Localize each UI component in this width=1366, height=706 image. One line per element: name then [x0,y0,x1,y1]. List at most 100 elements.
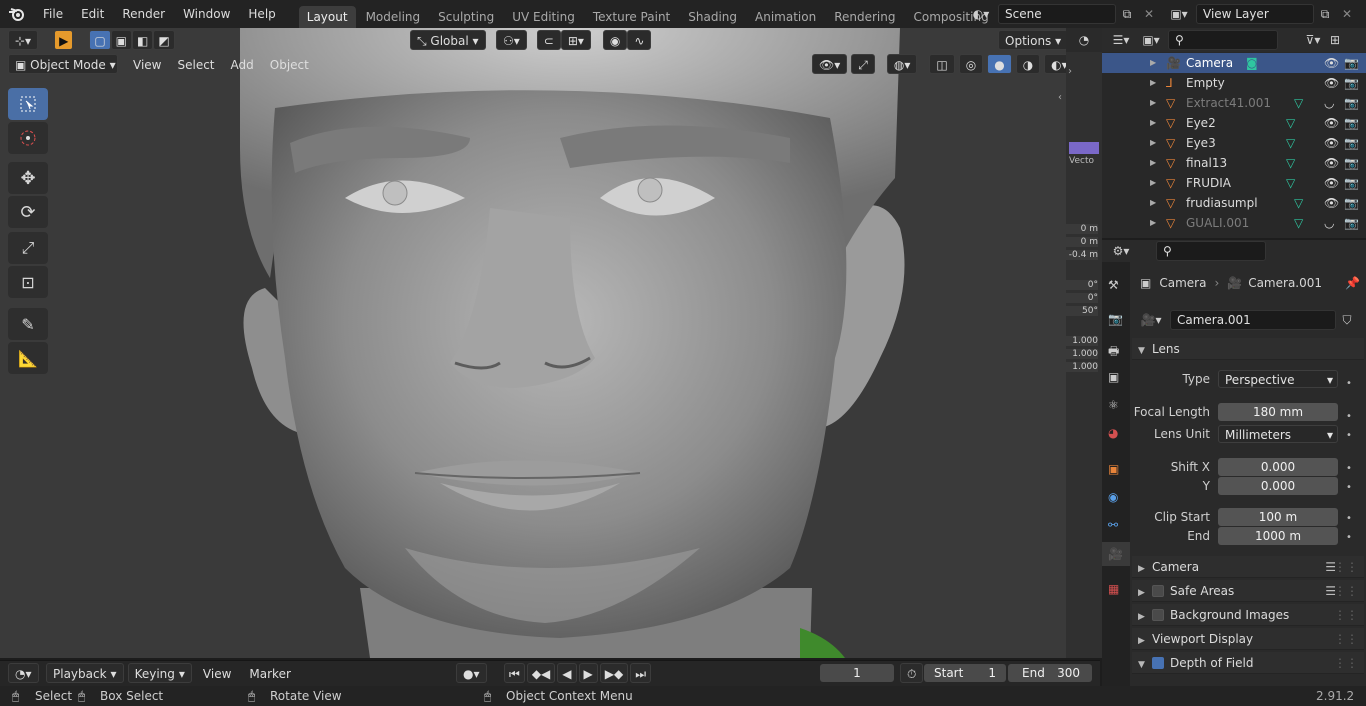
next-keyframe-icon[interactable]: ▶◆ [599,663,629,683]
options-dropdown[interactable]: Options ▾ [998,30,1066,50]
wireframe-shading-icon[interactable]: ◎ [958,54,984,74]
panel-checkbox[interactable] [1152,657,1164,669]
expand-triangle-icon[interactable]: ▶ [1150,193,1156,213]
filter-icon[interactable]: ⊽▾ [1302,30,1324,50]
render-camera-icon[interactable]: 📷 [1344,213,1359,233]
object-tab-icon[interactable]: ▣ [1108,462,1119,476]
drag-handle-icon[interactable]: ⋮⋮ [1334,628,1358,650]
view-layer-tab-icon[interactable]: ▣ [1108,370,1119,384]
blender-logo-icon[interactable] [0,0,34,28]
shift-y-field[interactable]: 0.000 [1218,477,1338,495]
constraints-tab-icon[interactable]: ⚯ [1108,518,1118,532]
outliner-row[interactable]: ▶ ⅃ Empty 👁 📷 [1102,73,1366,93]
play-reverse-icon[interactable]: ◀ [557,663,577,683]
datablock-browse-icon[interactable]: 🎥▾ [1140,310,1162,330]
expand-triangle-icon[interactable]: ▶ [1150,53,1156,73]
current-frame-field[interactable]: 1 [820,664,894,682]
n-panel-value[interactable]: -0.4 m [1066,250,1098,260]
outliner-row[interactable]: ▶ ▽ GUALI.001 ▽ ◡ 📷 [1102,213,1366,233]
tab-rendering[interactable]: Rendering [826,6,903,28]
n-panel-value[interactable]: 0 m [1066,237,1098,247]
panel-checkbox[interactable] [1152,609,1164,621]
close-scene-icon[interactable]: ✕ [1138,4,1160,24]
fake-user-icon[interactable]: ⛉ [1336,310,1358,330]
menu-help[interactable]: Help [239,0,284,28]
move-tool-icon[interactable]: ✥ [8,162,48,194]
jump-start-icon[interactable]: ⏮ [504,663,525,683]
tab-shading[interactable]: Shading [680,6,745,28]
cursor-tool-icon[interactable] [8,122,48,154]
select-box-tool-icon[interactable] [8,88,48,120]
outliner-row[interactable]: ▶ ▽ FRUDIA ▽ 👁 📷 [1102,173,1366,193]
keyframe-dot-icon[interactable]: • [1346,459,1352,478]
tab-layout[interactable]: Layout [298,6,356,28]
n-panel-value[interactable]: 1.000 [1066,362,1098,372]
tab-sculpting[interactable]: Sculpting [430,6,502,28]
properties-editor-icon[interactable]: ⚙▾ [1110,241,1132,261]
record-icon[interactable]: ●▾ [456,663,487,683]
keyframe-dot-icon[interactable]: • [1346,426,1352,445]
material-shading-icon[interactable]: ◑ [1015,54,1041,74]
hidden-eye-icon[interactable]: ◡ [1324,93,1334,113]
datablock-name-field[interactable]: Camera.001 [1170,310,1336,330]
falloff-icon[interactable]: ∿ [627,30,652,50]
timeline-menu-marker[interactable]: Marker [242,663,297,683]
measure-tool-icon[interactable]: 📐 [8,342,48,374]
outliner-row[interactable]: ▶ 🎥 Camera ◙ 👁 📷 [1102,53,1366,73]
select-tool-icon[interactable]: ▶ [54,30,74,50]
expand-triangle-icon[interactable]: ▶ [1150,213,1156,233]
pivot-point-icon[interactable]: ⚇▾ [496,30,527,50]
eye-icon[interactable]: 👁 [1324,53,1339,73]
render-camera-icon[interactable]: 📷 [1344,113,1359,133]
invert-selection-icon[interactable]: ◩ [153,30,175,50]
new-collection-icon[interactable]: ⊞ [1324,30,1346,50]
display-mode-icon[interactable]: ▣▾ [1140,30,1162,50]
view-layer-field[interactable]: View Layer [1196,4,1314,24]
properties-search-input[interactable]: ⚲ [1156,241,1266,261]
output-tab-icon[interactable]: 🖶 [1108,342,1119,363]
outliner-row[interactable]: ▶ ▽ frudiasumpl ▽ 👁 📷 [1102,193,1366,213]
outliner-row[interactable]: ▶ ▽ Eye2 ▽ 👁 📷 [1102,113,1366,133]
keyframe-dot-icon[interactable]: • [1346,407,1352,426]
end-frame-field[interactable]: End 300 [1008,664,1092,682]
editor-type-icon[interactable]: ⊹▾ [8,30,39,50]
close-view-layer-icon[interactable]: ✕ [1336,4,1358,24]
tool-tab-icon[interactable]: ⚒ [1108,278,1119,292]
keyframe-dot-icon[interactable]: • [1346,528,1352,547]
viewport-menu-select[interactable]: Select [170,54,221,74]
physics-tab-icon[interactable]: ◉ [1108,490,1118,504]
timeline-editor-icon[interactable]: ◔▾ [8,663,39,683]
rendered-shading-icon[interactable]: ◐▾ [1044,54,1066,74]
n-panel-tab-active[interactable] [1069,142,1099,154]
n-panel-value[interactable]: 50° [1066,306,1098,316]
n-panel-value[interactable]: 0 m [1066,224,1098,234]
prev-keyframe-icon[interactable]: ◆◀ [526,663,556,683]
render-camera-icon[interactable]: 📷 [1344,53,1359,73]
n-panel-value[interactable]: 0° [1066,280,1098,290]
eye-icon[interactable]: 👁 [1324,73,1339,93]
focal-length-field[interactable]: 180 mm [1218,403,1338,421]
render-camera-icon[interactable]: 📷 [1344,133,1359,153]
tab-uv-editing[interactable]: UV Editing [504,6,583,28]
transform-tool-icon[interactable]: ⊡ [8,266,48,298]
solid-shading-icon[interactable]: ● [987,54,1012,74]
menu-window[interactable]: Window [174,0,239,28]
shift-x-field[interactable]: 0.000 [1218,458,1338,476]
proportional-edit-icon[interactable]: ◉ [602,30,628,50]
outliner-search-input[interactable]: ⚲ [1168,30,1278,50]
n-panel-value[interactable]: 1.000 [1066,336,1098,346]
annotate-tool-icon[interactable]: ✎ [8,308,48,340]
world-tab-icon[interactable]: ◕ [1108,426,1118,440]
expand-triangle-icon[interactable]: ▶ [1150,113,1156,133]
drag-handle-icon[interactable]: ⋮⋮ [1334,556,1358,578]
rotate-tool-icon[interactable]: ⟳ [8,196,48,228]
eye-icon[interactable]: 👁 [1324,193,1339,213]
tab-modeling[interactable]: Modeling [358,6,429,28]
viewport-menu-add[interactable]: Add [224,54,261,74]
render-camera-icon[interactable]: 📷 [1344,173,1359,193]
panel-viewport-display[interactable]: ▶ Viewport Display ⋮⋮ [1132,628,1364,650]
outliner-row[interactable]: ▶ ▽ Extract41.001 ▽ ◡ 📷 [1102,93,1366,113]
n-panel-value[interactable]: 0° [1066,293,1098,303]
mode-dropdown[interactable]: ▣ Object Mode ▾ [8,54,118,74]
lens-panel-header[interactable]: ▼ Lens [1132,338,1364,360]
